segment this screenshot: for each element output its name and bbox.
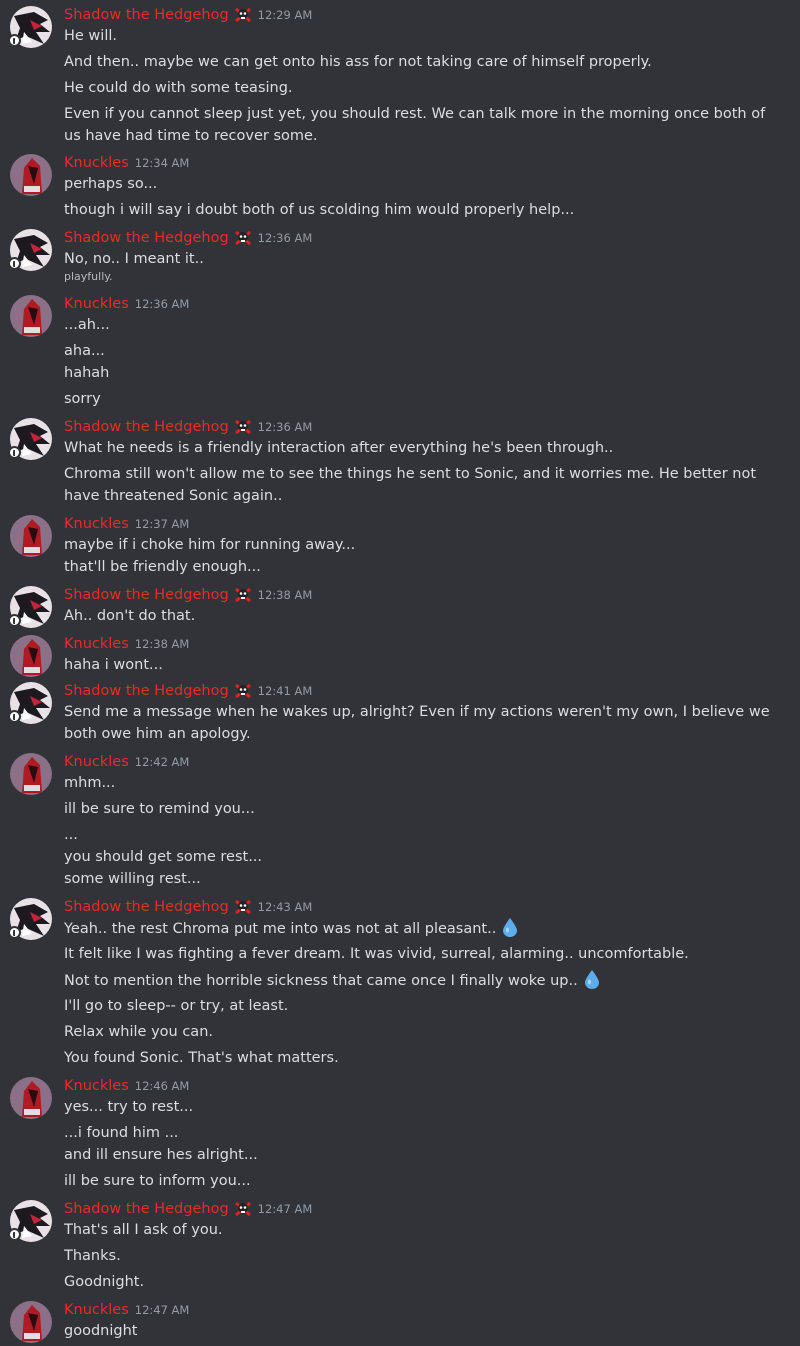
message-text: ... <box>64 827 78 843</box>
message-subtext: playfully. <box>64 270 113 283</box>
mobile-status-icon <box>8 710 21 723</box>
message-text: ...ah... <box>64 317 110 333</box>
username[interactable]: Shadow the Hedgehog <box>64 683 229 699</box>
sweat-droplet-emoji-icon <box>503 918 518 937</box>
timestamp[interactable]: 12:29 AM <box>258 8 313 22</box>
timestamp[interactable]: 12:36 AM <box>258 231 313 245</box>
message-text: He will. <box>64 28 117 44</box>
timestamp[interactable]: 12:43 AM <box>258 900 313 914</box>
skull-crossbones-badge-icon[interactable] <box>234 1201 252 1217</box>
username[interactable]: Knuckles <box>64 296 129 312</box>
message-text: hahah <box>64 365 110 381</box>
message-text: yes... try to rest... <box>64 1099 194 1115</box>
timestamp[interactable]: 12:37 AM <box>135 517 190 531</box>
username[interactable]: Knuckles <box>64 754 129 770</box>
timestamp[interactable]: 12:34 AM <box>135 156 190 170</box>
username[interactable]: Knuckles <box>64 516 129 532</box>
timestamp[interactable]: 12:42 AM <box>135 755 190 769</box>
skull-crossbones-badge-icon[interactable] <box>234 587 252 603</box>
message-text: aha... <box>64 343 105 359</box>
message-text: What he needs is a friendly interaction … <box>64 440 614 456</box>
timestamp[interactable]: 12:36 AM <box>258 420 313 434</box>
message-text: Send me a message when he wakes up, alri… <box>64 704 770 742</box>
message-text: Yeah.. the rest Chroma put me into was n… <box>64 917 786 940</box>
message-text: you should get some rest... <box>64 849 263 865</box>
username[interactable]: Knuckles <box>64 1302 129 1318</box>
mobile-status-icon <box>8 926 21 939</box>
message-text: that'll be friendly enough... <box>64 559 261 575</box>
timestamp[interactable]: 12:41 AM <box>258 684 313 698</box>
timestamp[interactable]: 12:38 AM <box>258 588 313 602</box>
message-text: mhm... <box>64 775 116 791</box>
avatar-knuckles[interactable] <box>10 515 52 557</box>
username[interactable]: Shadow the Hedgehog <box>64 899 229 915</box>
mobile-status-icon <box>8 614 21 627</box>
message-text: haha i wont... <box>64 657 163 673</box>
mobile-status-icon <box>8 34 21 47</box>
message-text: He could do with some teasing. <box>64 80 293 96</box>
message-text: though i will say i doubt both of us sco… <box>64 202 575 218</box>
avatar-knuckles[interactable] <box>10 1301 52 1343</box>
message-text-content: Yeah.. the rest Chroma put me into was n… <box>64 921 497 937</box>
skull-crossbones-badge-icon[interactable] <box>234 899 252 915</box>
mobile-status-icon <box>8 446 21 459</box>
avatar-knuckles[interactable] <box>10 635 52 677</box>
skull-crossbones-badge-icon[interactable] <box>234 7 252 23</box>
message-text: It felt like I was fighting a fever drea… <box>64 946 689 962</box>
message-text: ...i found him ... <box>64 1125 179 1141</box>
message-text: and ill ensure hes alright... <box>64 1147 258 1163</box>
message-text: maybe if i choke him for running away... <box>64 537 356 553</box>
timestamp[interactable]: 12:47 AM <box>258 1202 313 1216</box>
message-text: Relax while you can. <box>64 1024 213 1040</box>
message-text: That's all I ask of you. <box>64 1222 223 1238</box>
message-text: Not to mention the horrible sickness tha… <box>64 969 786 992</box>
sweat-droplet-emoji-icon <box>584 970 599 989</box>
username[interactable]: Shadow the Hedgehog <box>64 230 229 246</box>
message-text: goodnight <box>64 1323 138 1339</box>
message-text: sorry <box>64 391 101 407</box>
username[interactable]: Knuckles <box>64 155 129 171</box>
skull-crossbones-badge-icon[interactable] <box>234 419 252 435</box>
mobile-status-icon <box>8 1228 21 1241</box>
avatar-knuckles[interactable] <box>10 295 52 337</box>
message-text: ill be sure to inform you... <box>64 1173 251 1189</box>
chat-message-list: Shadow the Hedgehog 12:29 AM He will. An… <box>0 0 800 1346</box>
username[interactable]: Knuckles <box>64 636 129 652</box>
skull-crossbones-badge-icon[interactable] <box>234 683 252 699</box>
message-text: No, no.. I meant it.. <box>64 251 204 267</box>
mobile-status-icon <box>8 257 21 270</box>
avatar-knuckles[interactable] <box>10 154 52 196</box>
message-text: perhaps so... <box>64 176 158 192</box>
avatar-knuckles[interactable] <box>10 1077 52 1119</box>
message-text: ill be sure to remind you... <box>64 801 255 817</box>
message-text: You found Sonic. That's what matters. <box>64 1050 339 1066</box>
username[interactable]: Shadow the Hedgehog <box>64 7 229 23</box>
timestamp[interactable]: 12:38 AM <box>135 637 190 651</box>
timestamp[interactable]: 12:46 AM <box>135 1079 190 1093</box>
timestamp[interactable]: 12:36 AM <box>135 297 190 311</box>
username[interactable]: Shadow the Hedgehog <box>64 419 229 435</box>
message-text: Goodnight. <box>64 1274 145 1290</box>
message-text: Ah.. don't do that. <box>64 608 196 624</box>
skull-crossbones-badge-icon[interactable] <box>234 230 252 246</box>
username[interactable]: Shadow the Hedgehog <box>64 587 229 603</box>
message-text: Chroma still won't allow me to see the t… <box>64 466 757 504</box>
message-text: Even if you cannot sleep just yet, you s… <box>64 106 766 144</box>
message-text: I'll go to sleep-- or try, at least. <box>64 998 289 1014</box>
message-text: Thanks. <box>64 1248 121 1264</box>
username[interactable]: Shadow the Hedgehog <box>64 1201 229 1217</box>
message-text: some willing rest... <box>64 871 201 887</box>
avatar-knuckles[interactable] <box>10 753 52 795</box>
message-text: And then.. maybe we can get onto his ass… <box>64 54 652 70</box>
timestamp[interactable]: 12:47 AM <box>135 1303 190 1317</box>
message-text-content: Not to mention the horrible sickness tha… <box>64 973 578 989</box>
username[interactable]: Knuckles <box>64 1078 129 1094</box>
